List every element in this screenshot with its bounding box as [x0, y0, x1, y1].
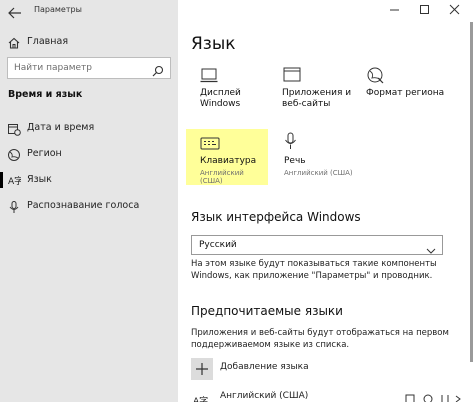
tile-keyboard[interactable]: Клавиатура Английский (США): [186, 129, 268, 185]
tile-region-format[interactable]: Формат региона: [358, 66, 444, 120]
add-language-button[interactable]: [191, 358, 213, 380]
search-placeholder: Найти параметр: [14, 63, 92, 73]
region-globe-icon: [366, 66, 388, 86]
ui-language-value: Русский: [199, 240, 237, 250]
tile-sub: Английский (США): [284, 169, 353, 177]
tile-label: Приложения и веб-сайты: [282, 88, 352, 109]
sidebar-item-voice[interactable]: Распознавание голоса: [0, 196, 178, 216]
sidebar-item-label: Распознавание голоса: [27, 200, 140, 211]
page-title: Язык: [191, 34, 236, 54]
app-window-icon: [282, 66, 304, 86]
calendar-clock-icon: [7, 121, 21, 136]
ui-language-select[interactable]: Русский: [191, 235, 443, 255]
minimize-icon[interactable]: [380, 0, 410, 20]
tile-label: Дисплей Windows: [200, 88, 241, 109]
language-icon: A字: [7, 173, 23, 187]
back-arrow-icon[interactable]: [8, 4, 22, 19]
sidebar: Параметры Главная Найти параметр Время и…: [0, 0, 178, 402]
scrollbar[interactable]: [469, 20, 474, 402]
preferred-languages-description: Приложения и веб-сайты будут отображатьс…: [191, 328, 449, 350]
sidebar-item-language[interactable]: A字 Язык: [0, 170, 178, 190]
tile-sub: Английский (США): [200, 169, 244, 185]
tile-speech[interactable]: Речь Английский (США): [274, 132, 360, 186]
sidebar-item-region[interactable]: Регион: [0, 144, 178, 164]
sidebar-item-date-time[interactable]: Дата и время: [0, 118, 178, 138]
language-list-item[interactable]: A字 Английский (США): [191, 388, 474, 402]
sidebar-item-label: Дата и время: [27, 122, 95, 133]
title-bar: Параметры: [0, 0, 178, 20]
home-icon: [7, 35, 21, 49]
active-indicator: [0, 172, 3, 188]
ui-language-description: На этом языке будут показываться такие к…: [191, 259, 437, 281]
language-item-label: Английский (США): [220, 391, 309, 401]
chevron-down-icon: [426, 241, 436, 254]
main-panel: Язык Дисплей Windows Приложения и веб-са…: [178, 0, 474, 402]
monitor-icon: [200, 66, 222, 86]
tile-apps-websites[interactable]: Приложения и веб-сайты: [274, 66, 360, 120]
language-icon: A字: [193, 391, 215, 402]
globe-icon: [7, 147, 21, 161]
svg-text:A字: A字: [193, 395, 208, 402]
add-language-label[interactable]: Добавление языка: [220, 362, 309, 372]
tile-display[interactable]: Дисплей Windows: [192, 66, 278, 120]
window-controls: [374, 0, 474, 20]
svg-text:A字: A字: [8, 175, 21, 187]
microphone-icon: [7, 199, 21, 213]
language-feature-icons: [404, 390, 464, 402]
plus-icon: [196, 363, 208, 375]
scrollbar-thumb[interactable]: [470, 22, 473, 362]
sidebar-item-label: Регион: [27, 148, 62, 159]
tile-label: Формат региона: [366, 88, 445, 98]
app-title: Параметры: [34, 5, 82, 14]
close-icon[interactable]: [440, 0, 470, 20]
nav-home[interactable]: Главная: [0, 33, 178, 51]
sidebar-item-label: Язык: [27, 174, 52, 185]
nav-home-label: Главная: [27, 36, 69, 47]
tile-label: Клавиатура: [200, 156, 257, 166]
microphone-icon: [284, 132, 306, 152]
search-icon[interactable]: [152, 62, 164, 77]
maximize-icon[interactable]: [410, 0, 440, 20]
tile-label: Речь: [284, 156, 306, 166]
preferred-languages-title: Предпочитаемые языки: [191, 304, 343, 318]
search-input[interactable]: Найти параметр: [7, 57, 171, 79]
section-title: Время и язык: [8, 89, 83, 100]
keyboard-icon: [200, 136, 222, 156]
ui-language-title: Язык интерфейса Windows: [191, 210, 361, 224]
